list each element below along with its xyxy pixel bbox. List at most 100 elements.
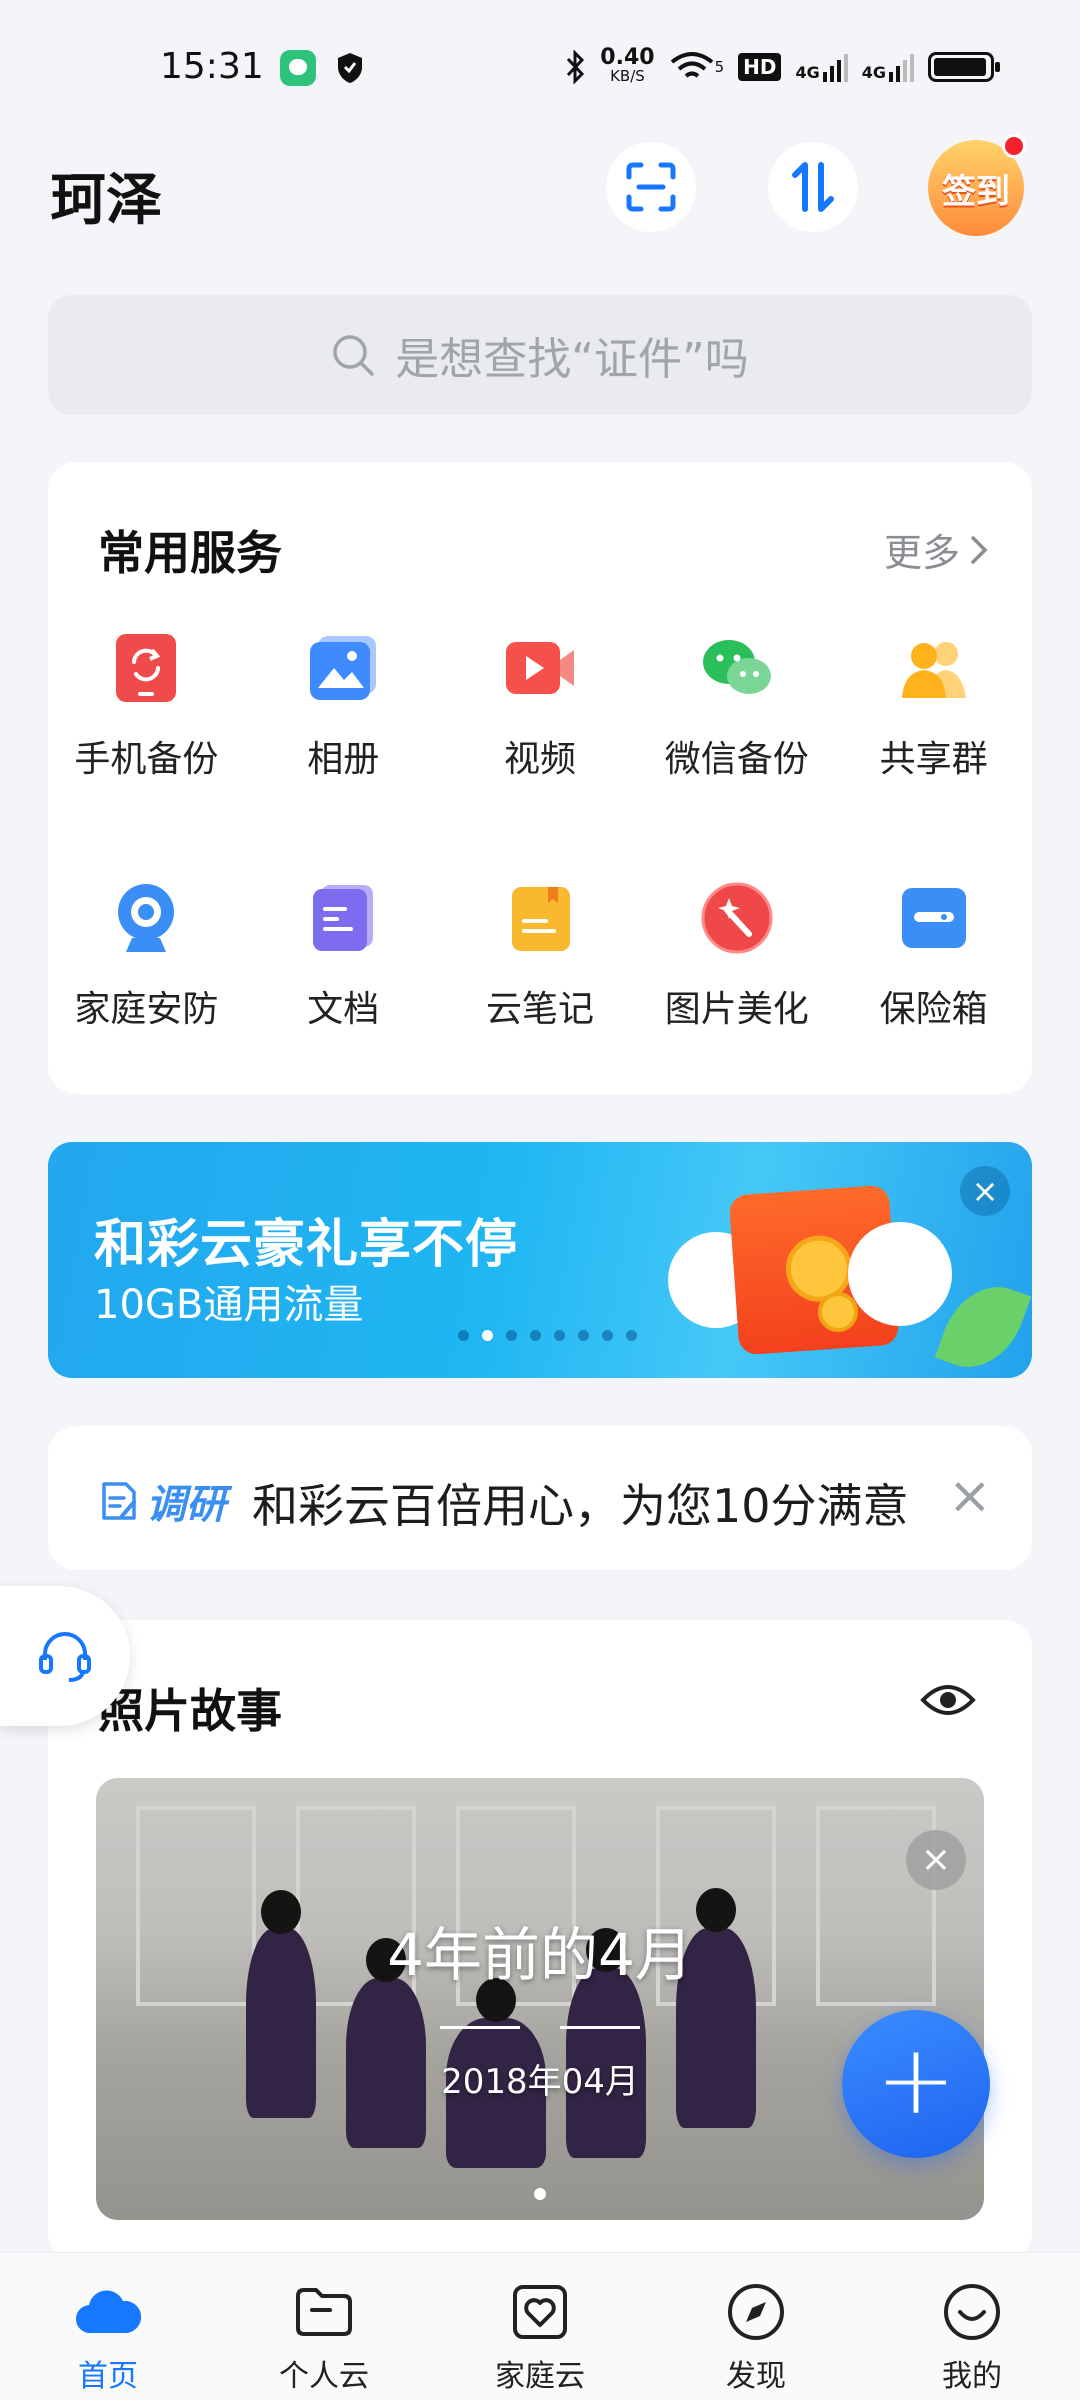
battery-icon: [928, 52, 1000, 82]
wifi-badge: 5: [714, 58, 725, 76]
search-placeholder: 是想查找“证件”吗: [395, 334, 749, 385]
banner-subtitle: 10GB通用流量: [94, 1282, 364, 1328]
shield-icon: [338, 53, 362, 83]
nav-personal-cloud[interactable]: 个人云: [216, 2253, 432, 2400]
banner-dot: [458, 1330, 469, 1341]
promo-banner[interactable]: 和彩云豪礼享不停 10GB通用流量 ×: [48, 1142, 1032, 1378]
survey-close-button[interactable]: ×: [948, 1466, 992, 1526]
service-label: 共享群: [879, 739, 988, 780]
service-label: 云笔记: [485, 989, 594, 1030]
service-label: 家庭安防: [74, 989, 219, 1030]
smile-icon: [939, 2279, 1005, 2345]
signal-bars-icon: [889, 54, 914, 82]
service-album[interactable]: 相册: [245, 632, 442, 782]
story-photo[interactable]: 4年前的4月 2018年04月 ×: [96, 1778, 984, 2220]
service-label: 相册: [307, 739, 380, 780]
banner-title: 和彩云豪礼享不停: [94, 1215, 519, 1275]
cloud-icon: [75, 2279, 141, 2345]
page-title: 珂泽: [50, 168, 162, 233]
banner-close-button[interactable]: ×: [960, 1166, 1010, 1216]
status-bar: 15:31 0.40 KB/S 5 HD 4G 4G: [0, 0, 1080, 135]
services-card: 常用服务 更多 手机备份 相册 视频 微信备份 共享群 家庭安防 文档 云笔记 …: [48, 462, 1032, 1094]
service-home-security[interactable]: 家庭安防: [48, 882, 245, 1032]
nav-label: 首页: [78, 2359, 138, 2394]
banner-pagination: [458, 1330, 637, 1341]
compass-icon: [723, 2279, 789, 2345]
video-icon: [504, 632, 576, 704]
service-label: 保险箱: [879, 989, 988, 1030]
survey-tag-label: 调研: [146, 1482, 226, 1528]
banner-dot: [506, 1330, 517, 1341]
wechat-icon: [701, 632, 773, 704]
add-button[interactable]: +: [842, 2010, 990, 2158]
survey-text: 和彩云百倍用心，为您10分满意: [252, 1479, 909, 1533]
wifi-icon: [670, 52, 713, 78]
safe-icon: [898, 882, 970, 954]
nav-home[interactable]: 首页: [0, 2253, 216, 2400]
service-share-group[interactable]: 共享群: [835, 632, 1032, 782]
camera-icon: [110, 882, 182, 954]
banner-dot-active: [482, 1330, 493, 1341]
nav-label: 发现: [726, 2359, 786, 2394]
service-cloud-note[interactable]: 云笔记: [442, 882, 639, 1032]
scan-button[interactable]: [606, 142, 696, 232]
network-speed: 0.40 KB/S: [600, 45, 655, 86]
transfer-icon: [792, 162, 834, 212]
status-indicators: 0.40 KB/S 5 HD 4G 4G: [564, 44, 1000, 90]
folder-icon: [291, 2279, 357, 2345]
service-label: 微信备份: [664, 739, 809, 780]
nav-mine[interactable]: 我的: [864, 2253, 1080, 2400]
more-button[interactable]: 更多: [884, 522, 988, 577]
service-label: 图片美化: [664, 989, 809, 1030]
service-safe-box[interactable]: 保险箱: [835, 882, 1032, 1032]
eye-icon[interactable]: [920, 1680, 976, 1720]
photo-beautify-icon: [701, 882, 773, 954]
service-wechat-backup[interactable]: 微信备份: [638, 632, 835, 782]
photo-story-title: 照片故事: [98, 1684, 282, 1738]
signal-bars-icon: [822, 54, 848, 82]
more-label: 更多: [883, 531, 960, 575]
survey-bar[interactable]: 调研 和彩云百倍用心，为您10分满意 ×: [48, 1426, 1032, 1570]
service-phone-backup[interactable]: 手机备份: [48, 632, 245, 782]
album-icon: [307, 632, 379, 704]
coin-graphic: [818, 1292, 858, 1332]
service-video[interactable]: 视频: [442, 632, 639, 782]
photo-story-card: 照片故事 4年前的4月 2018年04月 ×: [48, 1620, 1032, 2260]
services-title: 常用服务: [98, 526, 282, 580]
headset-icon: [39, 1632, 91, 1682]
photo-overlay: [96, 1778, 984, 2220]
document-icon: [307, 882, 379, 954]
status-time: 15:31: [160, 46, 264, 87]
bluetooth-icon: [567, 50, 585, 84]
signal-4g-1: 4G: [795, 52, 848, 82]
services-grid: 手机备份 相册 视频 微信备份 共享群 家庭安防 文档 云笔记 图片美化 保险箱: [48, 632, 1032, 1032]
service-label: 视频: [503, 739, 576, 780]
service-document[interactable]: 文档: [245, 882, 442, 1032]
note-icon: [504, 882, 576, 954]
nav-discover[interactable]: 发现: [648, 2253, 864, 2400]
banner-dot: [626, 1330, 637, 1341]
service-label: 文档: [307, 989, 380, 1030]
nav-family-cloud[interactable]: 家庭云: [432, 2253, 648, 2400]
share-group-icon: [898, 632, 970, 704]
banner-dot: [602, 1330, 613, 1341]
nav-label: 我的: [942, 2359, 1002, 2394]
survey-icon: [102, 1482, 136, 1520]
notification-dot: [1002, 134, 1026, 158]
banner-dot: [530, 1330, 541, 1341]
search-icon: [333, 335, 374, 376]
transfer-button[interactable]: [768, 142, 858, 232]
bottom-nav: 首页 个人云 家庭云 发现 我的: [0, 2252, 1080, 2400]
service-photo-beautify[interactable]: 图片美化: [638, 882, 835, 1032]
hd-badge: HD: [738, 53, 782, 81]
service-label: 手机备份: [74, 739, 219, 780]
photo-title: 4年前的4月: [387, 1921, 693, 1989]
search-input[interactable]: 是想查找“证件”吗: [48, 295, 1032, 415]
photo-close-button[interactable]: ×: [906, 1830, 966, 1890]
cloud-mascot-right: [848, 1222, 952, 1326]
banner-dot: [578, 1330, 589, 1341]
phone-backup-icon: [110, 632, 182, 704]
banner-dot: [554, 1330, 565, 1341]
chevron-right-icon: [971, 535, 988, 564]
nav-label: 家庭云: [495, 2359, 585, 2394]
